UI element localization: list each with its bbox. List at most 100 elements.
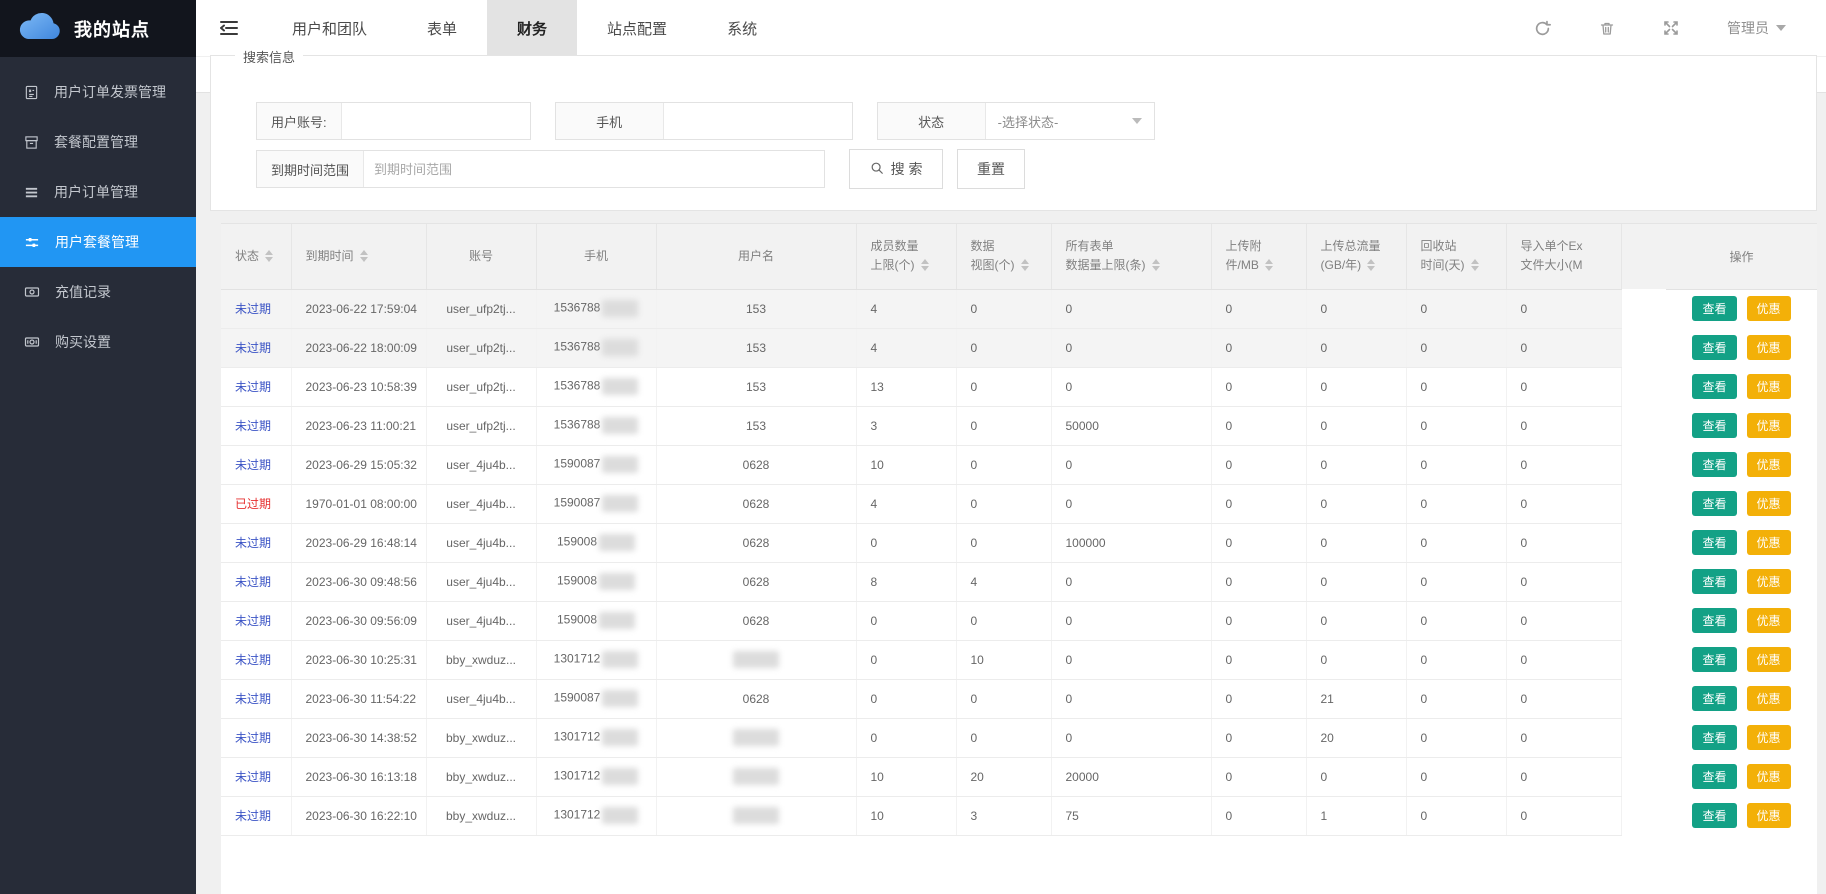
view-button[interactable]: 查看 [1692, 647, 1736, 672]
search-button[interactable]: 搜 索 [849, 149, 943, 189]
reset-button[interactable]: 重置 [957, 149, 1025, 189]
status-link[interactable]: 未过期 [235, 458, 271, 472]
discount-button[interactable]: 优惠 [1747, 803, 1791, 828]
status-link[interactable]: 未过期 [235, 731, 271, 745]
view-button[interactable]: 查看 [1692, 413, 1736, 438]
discount-button[interactable]: 优惠 [1747, 686, 1791, 711]
daterange-input[interactable] [364, 151, 824, 187]
view-button[interactable]: 查看 [1692, 764, 1736, 789]
topnav-item[interactable]: 财务 [487, 0, 577, 56]
status-link[interactable]: 未过期 [235, 614, 271, 628]
sidebar-item-user-package[interactable]: 用户套餐管理 [0, 217, 196, 267]
status-select[interactable]: -选择状态- [986, 103, 1154, 139]
value-cell: 0 [1506, 562, 1621, 601]
masked-phone [602, 339, 638, 356]
view-button[interactable]: 查看 [1692, 296, 1736, 321]
column-header[interactable]: 状态 [221, 224, 291, 289]
value-cell: 0 [1506, 445, 1621, 484]
sidebar-item-purchase[interactable]: 购买设置 [0, 317, 196, 367]
status-link[interactable]: 未过期 [235, 575, 271, 589]
discount-button[interactable]: 优惠 [1747, 374, 1791, 399]
status-link[interactable]: 已过期 [235, 497, 271, 511]
sort-caret-icon[interactable] [360, 250, 368, 262]
column-header[interactable]: 上传附件/MB [1211, 224, 1306, 289]
value-cell: 0 [1406, 289, 1506, 328]
expire-time-cell: 2023-06-30 09:56:09 [291, 601, 426, 640]
topnav-item[interactable]: 系统 [697, 0, 787, 56]
view-button[interactable]: 查看 [1692, 569, 1736, 594]
discount-button[interactable]: 优惠 [1747, 335, 1791, 360]
status-link[interactable]: 未过期 [235, 536, 271, 550]
view-button[interactable]: 查看 [1692, 374, 1736, 399]
value-cell: 0 [1211, 757, 1306, 796]
status-link[interactable]: 未过期 [235, 653, 271, 667]
status-link[interactable]: 未过期 [235, 302, 271, 316]
sidebar-item-order-list[interactable]: 用户订单管理 [0, 167, 196, 217]
column-header[interactable]: 回收站时间(天) [1406, 224, 1506, 289]
view-button[interactable]: 查看 [1692, 335, 1736, 360]
value-cell: 0 [1306, 484, 1406, 523]
discount-button[interactable]: 优惠 [1747, 725, 1791, 750]
view-button[interactable]: 查看 [1692, 491, 1736, 516]
account-input[interactable] [342, 103, 530, 139]
masked-phone [602, 768, 638, 785]
status-link[interactable]: 未过期 [235, 692, 271, 706]
sort-caret-icon[interactable] [1471, 259, 1479, 271]
trash-icon[interactable] [1599, 20, 1615, 37]
view-button[interactable]: 查看 [1692, 803, 1736, 828]
discount-button[interactable]: 优惠 [1747, 608, 1791, 633]
status-link[interactable]: 未过期 [235, 341, 271, 355]
sort-caret-icon[interactable] [1367, 259, 1375, 271]
status-link[interactable]: 未过期 [235, 770, 271, 784]
username-cell [656, 796, 856, 835]
sort-caret-icon[interactable] [921, 259, 929, 271]
discount-button[interactable]: 优惠 [1747, 764, 1791, 789]
value-cell: 0 [1051, 679, 1211, 718]
view-button[interactable]: 查看 [1692, 686, 1736, 711]
value-cell: 0 [1406, 328, 1506, 367]
search-panel: 搜索信息 用户账号: 手机 状态 -选择状态- [210, 55, 1817, 211]
view-button[interactable]: 查看 [1692, 725, 1736, 750]
view-button[interactable]: 查看 [1692, 452, 1736, 477]
status-link[interactable]: 未过期 [235, 809, 271, 823]
value-cell: 0 [1406, 796, 1506, 835]
column-header[interactable]: 数据视图(个) [956, 224, 1051, 289]
view-button[interactable]: 查看 [1692, 530, 1736, 555]
status-link[interactable]: 未过期 [235, 380, 271, 394]
discount-button[interactable]: 优惠 [1747, 491, 1791, 516]
spacer [1621, 796, 1666, 835]
status-link[interactable]: 未过期 [235, 419, 271, 433]
sort-caret-icon[interactable] [1152, 259, 1160, 271]
discount-button[interactable]: 优惠 [1747, 569, 1791, 594]
column-header[interactable]: 到期时间 [291, 224, 426, 289]
discount-button[interactable]: 优惠 [1747, 647, 1791, 672]
spacer [1621, 406, 1666, 445]
account-label: 用户账号: [257, 103, 342, 139]
admin-dropdown[interactable]: 管理员 [1727, 18, 1786, 38]
fullscreen-icon[interactable] [1663, 20, 1679, 36]
refresh-icon[interactable] [1534, 20, 1551, 37]
discount-button[interactable]: 优惠 [1747, 296, 1791, 321]
phone-input[interactable] [664, 103, 852, 139]
sidebar-item-invoice[interactable]: 用户订单发票管理 [0, 67, 196, 117]
discount-button[interactable]: 优惠 [1747, 530, 1791, 555]
sort-caret-icon[interactable] [265, 250, 273, 262]
sidebar-item-package-config[interactable]: 套餐配置管理 [0, 117, 196, 167]
sort-caret-icon[interactable] [1265, 259, 1273, 271]
value-cell: 0 [1506, 367, 1621, 406]
actions-cell: 查看优惠 [1666, 289, 1817, 328]
view-button[interactable]: 查看 [1692, 608, 1736, 633]
column-header[interactable]: 成员数量上限(个) [856, 224, 956, 289]
sidebar-item-recharge[interactable]: 充值记录 [0, 267, 196, 317]
account-cell: bby_xwduz... [426, 718, 536, 757]
topnav-item[interactable]: 表单 [397, 0, 487, 56]
column-header[interactable]: 上传总流量(GB/年) [1306, 224, 1406, 289]
sort-caret-icon[interactable] [1021, 259, 1029, 271]
value-cell: 21 [1306, 679, 1406, 718]
column-header[interactable]: 所有表单数据量上限(条) [1051, 224, 1211, 289]
topnav-item[interactable]: 站点配置 [577, 0, 697, 56]
expire-time-cell: 2023-06-29 15:05:32 [291, 445, 426, 484]
discount-button[interactable]: 优惠 [1747, 413, 1791, 438]
value-cell: 8 [856, 562, 956, 601]
discount-button[interactable]: 优惠 [1747, 452, 1791, 477]
